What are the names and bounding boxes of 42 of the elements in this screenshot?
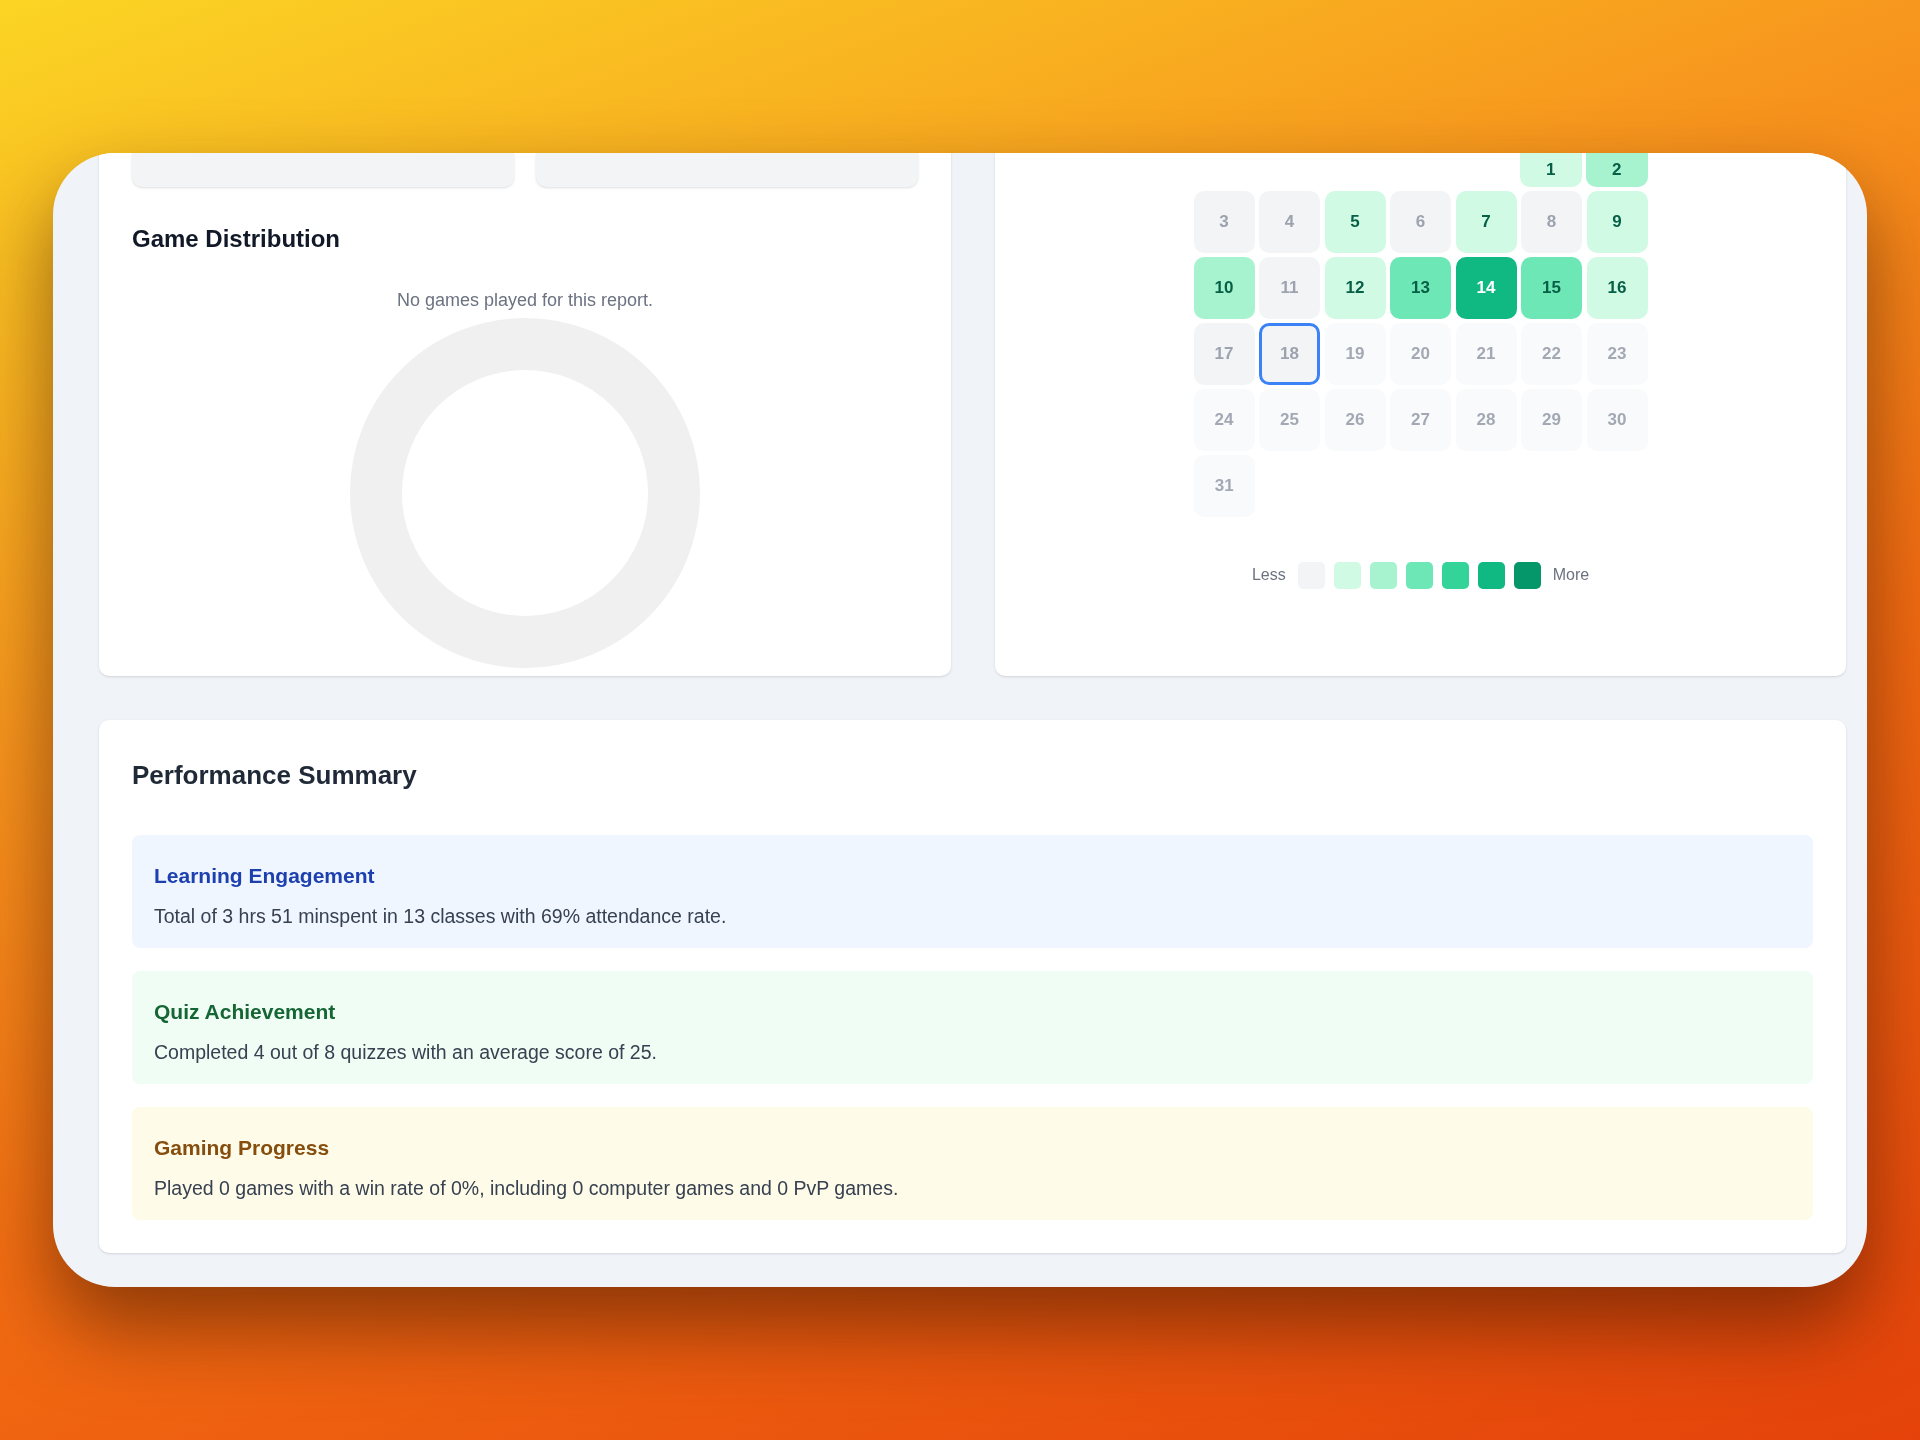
calendar-day[interactable]: 14 (1455, 257, 1517, 319)
section-title: Performance Summary (132, 759, 418, 792)
summary-title: Gaming Progress (154, 1135, 331, 1161)
calendar-day[interactable]: 24 (1193, 389, 1255, 451)
calendar-day[interactable]: 23 (1586, 323, 1648, 385)
calendar-day[interactable]: 7 (1455, 191, 1517, 253)
summary-text: Played 0 games with a win rate of 0%, including 0 computer games and 0 PvP games. (154, 1175, 900, 1201)
calendar-day[interactable]: 25 (1259, 389, 1320, 451)
calendar-day[interactable]: 26 (1324, 389, 1386, 451)
summary-text: Total of 3 hrs 51 minspent in 13 classes with 69% attendance rate. (154, 903, 728, 929)
calendar-day[interactable]: 4 (1259, 191, 1320, 253)
section-title: Game Distribution (132, 224, 342, 254)
calendar-day[interactable]: 30 (1586, 389, 1648, 451)
calendar-day[interactable]: 8 (1521, 191, 1582, 253)
calendar-day[interactable]: 21 (1455, 323, 1517, 385)
calendar-day[interactable]: 11 (1259, 257, 1320, 319)
calendar-day[interactable]: 9 (1586, 191, 1648, 253)
calendar-day[interactable]: 18 (1259, 323, 1321, 385)
calendar-day[interactable]: 2 (1586, 153, 1648, 187)
calendar-day[interactable]: 20 (1390, 323, 1452, 385)
summary-title: Learning Engagement (154, 863, 376, 889)
calendar-day[interactable]: 29 (1521, 389, 1582, 451)
summary-title: Quiz Achievement (154, 999, 337, 1025)
calendar-day[interactable]: 27 (1390, 389, 1451, 451)
calendar-day[interactable]: 31 (1193, 455, 1255, 517)
summary-text: Completed 4 out of 8 quizzes with an average score of 25. (154, 1039, 658, 1065)
calendar-day[interactable]: 19 (1324, 323, 1386, 385)
calendar-day[interactable]: 28 (1455, 389, 1517, 451)
calendar-day[interactable]: 15 (1521, 257, 1582, 319)
calendar-day[interactable]: 13 (1390, 257, 1451, 319)
legend-label: Less (1251, 565, 1286, 585)
calendar-day[interactable]: 6 (1390, 191, 1451, 253)
calendar-day[interactable]: 17 (1193, 323, 1255, 385)
calendar-day[interactable]: 22 (1521, 323, 1583, 385)
calendar-day[interactable]: 1 (1520, 153, 1582, 187)
calendar-day[interactable]: 10 (1193, 257, 1255, 319)
empty-message: No games played for this report. (396, 289, 654, 312)
calendar-day[interactable]: 3 (1193, 191, 1255, 253)
calendar-day[interactable]: 16 (1586, 257, 1648, 319)
legend-label: More (1552, 565, 1590, 585)
calendar-day[interactable]: 12 (1324, 257, 1386, 319)
calendar-day[interactable]: 5 (1324, 191, 1386, 253)
